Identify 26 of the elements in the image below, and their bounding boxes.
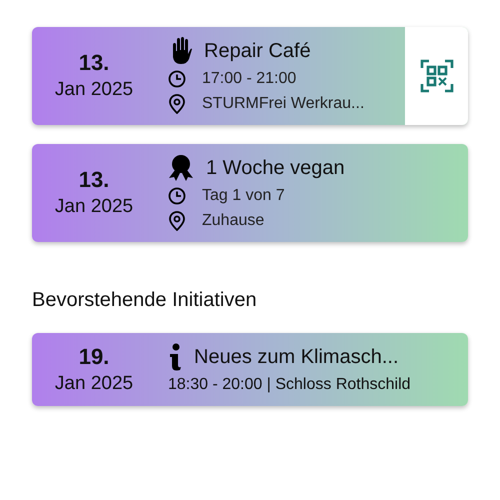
location-pin-icon — [168, 94, 186, 114]
event-detail: Zuhause — [202, 211, 264, 231]
event-detail: STURMFrei Werkrau... — [202, 94, 364, 114]
qr-code-button[interactable] — [405, 27, 468, 125]
event-day: 13. — [78, 166, 110, 194]
event-day: 13. — [78, 49, 110, 77]
event-card[interactable]: 19. Jan 2025 Neues zum Klimasch... 18:30 - 20:00 | Schloss Rothschild — [32, 333, 468, 406]
event-month: Jan 2025 — [54, 195, 134, 219]
section-heading: Bevorstehende Initiativen — [32, 288, 258, 312]
event-card[interactable]: 13. Jan 2025 Repair Café 17:00 - 21:00 STURMFrei Werkrau... — [32, 27, 468, 125]
location-pin-icon — [168, 210, 186, 230]
event-card[interactable]: 13. Jan 2025 1 Woche vegan Tag 1 von 7 Zuhause — [32, 144, 468, 242]
event-title: Repair Café — [204, 39, 311, 64]
clock-icon — [168, 186, 186, 204]
event-title: Neues zum Klimasch... — [194, 345, 399, 370]
award-icon — [168, 154, 194, 182]
event-day: 19. — [78, 342, 110, 370]
event-detail: Tag 1 von 7 — [202, 186, 285, 206]
event-month: Jan 2025 — [54, 78, 134, 102]
qr-code-icon — [420, 59, 454, 93]
event-title: 1 Woche vegan — [206, 156, 345, 181]
clock-icon — [168, 70, 186, 88]
event-month: Jan 2025 — [54, 372, 134, 396]
event-detail: 17:00 - 21:00 — [202, 69, 296, 89]
event-detail: 18:30 - 20:00 | Schloss Rothschild — [168, 375, 411, 395]
info-icon — [168, 343, 182, 371]
